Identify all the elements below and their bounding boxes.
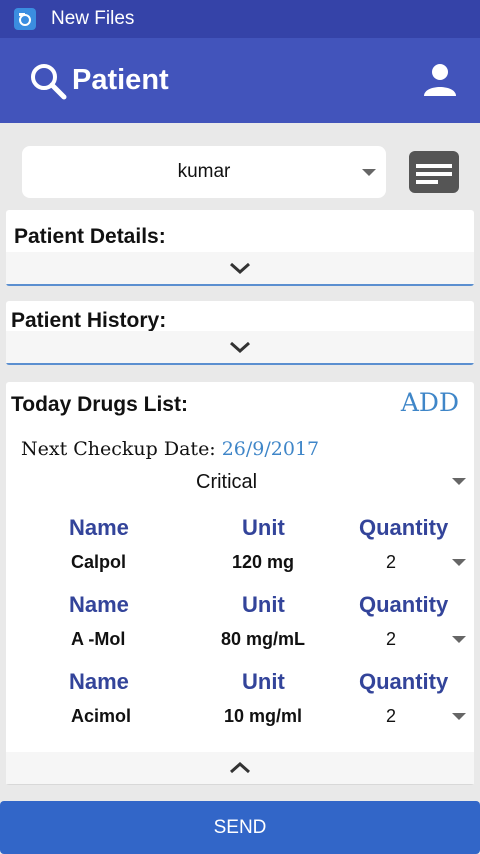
dropdown-arrow-icon [452, 478, 466, 485]
next-checkup: Next Checkup Date: 26/9/2017 [21, 438, 319, 460]
search-icon[interactable] [28, 61, 68, 101]
column-header-unit: Unit [242, 669, 285, 694]
patient-details-heading: Patient Details: [14, 225, 166, 248]
column-header-name: Name [69, 669, 129, 694]
priority-select[interactable]: Critical [196, 471, 257, 494]
dropdown-arrow-icon [452, 713, 466, 720]
chevron-up-icon [230, 762, 250, 774]
status-bar: New Files [0, 0, 480, 38]
next-checkup-date[interactable]: 26/9/2017 [222, 438, 319, 460]
drug-unit: 80 mg/mL [220, 629, 306, 649]
dropdown-arrow-icon [452, 559, 466, 566]
patient-history-expand-button[interactable] [6, 331, 474, 363]
column-header-unit: Unit [242, 592, 285, 617]
column-header-quantity: Quantity [359, 515, 449, 540]
drugs-list-card: Today Drugs List: ADD Next Checkup Date:… [6, 382, 474, 785]
patient-select-value: kumar [177, 161, 231, 182]
send-button[interactable]: SEND [0, 801, 480, 854]
drug-row: Name Unit Quantity A -Mol 80 mg/mL 2 [6, 592, 474, 669]
drugs-list-collapse-button[interactable] [6, 752, 474, 784]
drug-row: Name Unit Quantity Acimol 10 mg/ml 2 [6, 669, 474, 746]
patient-history-card: Patient History: [6, 301, 474, 365]
drug-quantity-select[interactable]: 2 [386, 552, 396, 573]
patient-history-heading: Patient History: [11, 309, 167, 332]
drug-unit: 120 mg [231, 552, 295, 572]
drug-quantity-select[interactable]: 2 [386, 706, 396, 727]
column-header-quantity: Quantity [359, 592, 449, 617]
app-icon [14, 8, 36, 30]
drug-row: Name Unit Quantity Calpol 120 mg 2 [6, 515, 474, 592]
drug-unit: 10 mg/ml [223, 706, 303, 726]
drugs-list-heading: Today Drugs List: [11, 393, 188, 416]
patient-details-expand-button[interactable] [6, 252, 474, 284]
chevron-down-icon [230, 262, 250, 274]
drug-name: Calpol [71, 552, 127, 572]
drug-name: A -Mol [71, 629, 126, 649]
add-drug-button[interactable]: ADD [401, 388, 459, 417]
document-icon[interactable] [408, 150, 460, 194]
column-header-name: Name [69, 592, 129, 617]
patient-details-card: Patient Details: [6, 210, 474, 286]
column-header-quantity: Quantity [359, 669, 449, 694]
column-header-name: Name [69, 515, 129, 540]
column-header-unit: Unit [242, 515, 285, 540]
next-checkup-label: Next Checkup Date: [21, 438, 216, 460]
page-title: Patient [72, 64, 169, 96]
dropdown-arrow-icon [362, 169, 376, 176]
person-icon[interactable] [420, 60, 460, 100]
patient-select[interactable]: kumar [22, 146, 386, 198]
drug-quantity-select[interactable]: 2 [386, 629, 396, 650]
chevron-down-icon [230, 341, 250, 353]
dropdown-arrow-icon [452, 636, 466, 643]
toolbar: Patient [0, 38, 480, 123]
status-app-title: New Files [51, 8, 135, 29]
drug-name: Acimol [71, 706, 132, 726]
